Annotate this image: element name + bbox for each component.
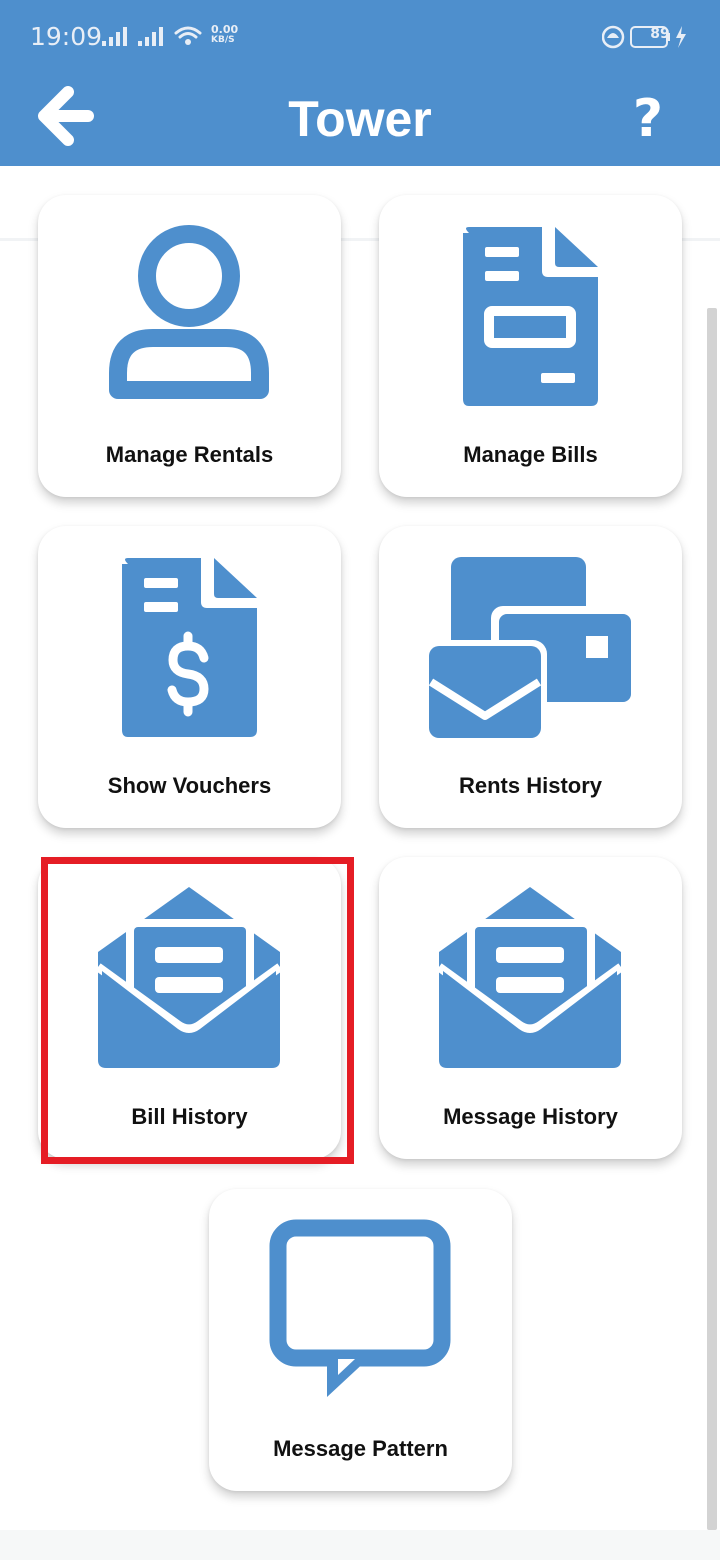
help-button[interactable]: ? [626,84,670,154]
battery-level: 89 [650,26,670,42]
tile-label: Manage Rentals [105,442,274,467]
status-time: 19:09 [30,22,103,51]
tile-label: Show Vouchers [107,773,272,798]
page-title: Tower [288,91,432,147]
tile-rents-history[interactable]: Rents History [379,526,682,828]
tile-label: Manage Bills [463,442,598,467]
tile-show-vouchers[interactable]: Show Vouchers [38,526,341,828]
tile-message-pattern[interactable]: Message Pattern [209,1189,512,1491]
person-icon [109,225,269,399]
tile-manage-bills[interactable]: Manage Bills [379,195,682,497]
bottom-band [0,1530,720,1560]
open-envelope-icon [436,887,624,1068]
tile-label: Message History [443,1104,618,1129]
tile-bill-history[interactable]: Bill History [38,857,341,1159]
scrollbar[interactable] [707,308,717,1530]
network-speed-unit: KB/S [211,35,235,45]
signal-icons [102,26,202,46]
tile-label: Message Pattern [273,1436,448,1461]
network-speed: 0.00 KB/S [211,24,238,46]
tile-label: Bill History [131,1104,248,1129]
tile-message-history[interactable]: Message History [379,857,682,1159]
mail-cards-icon [423,557,639,738]
status-bar: 19:09 0.00 KB/S 89 [0,0,720,72]
tile-manage-rentals[interactable]: Manage Rentals [38,195,341,497]
voucher-dollar-icon [122,558,257,737]
open-envelope-icon [95,887,283,1068]
speech-bubble-icon [269,1219,451,1397]
app-bar: Tower ? [0,72,720,166]
tile-label: Rents History [458,773,603,798]
bill-document-icon [463,227,598,406]
network-speed-value: 0.00 [211,23,239,36]
